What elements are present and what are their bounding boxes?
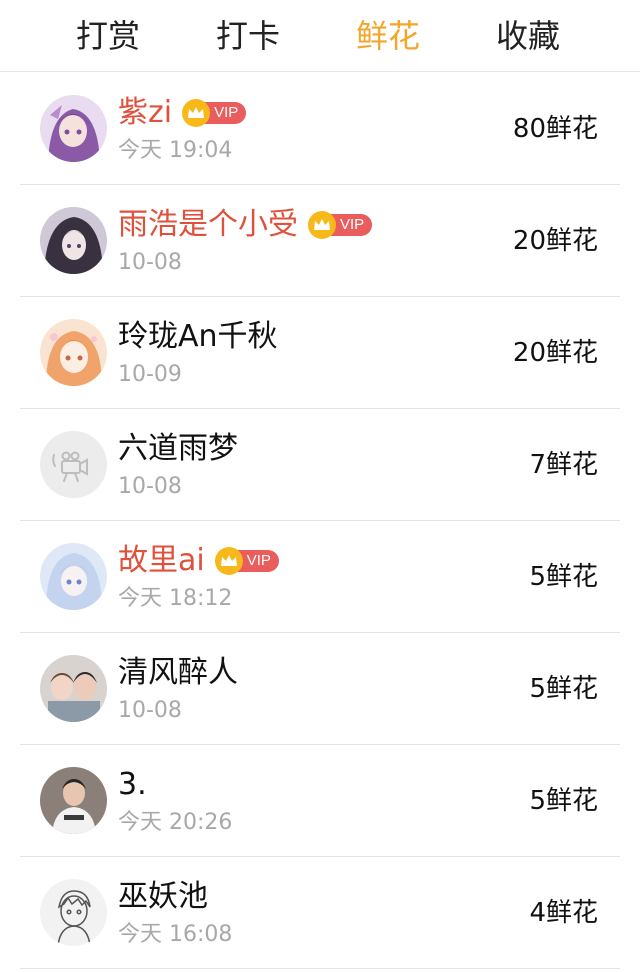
flower-count: 20鲜花	[512, 226, 598, 256]
user-name[interactable]: 巫妖池	[118, 877, 208, 917]
vip-badge: VIP	[308, 211, 373, 239]
vip-label: VIP	[204, 102, 247, 124]
time-label: 今天 16:08	[118, 922, 233, 947]
avatar-sketch-boy-icon[interactable]	[40, 879, 107, 946]
crown-icon	[182, 99, 211, 127]
time-label: 今天 18:12	[118, 586, 233, 611]
list-item[interactable]: 玲珑An千秋 10-09 20鲜花	[0, 297, 640, 409]
crown-icon	[214, 547, 243, 575]
list-item[interactable]: 清风醉人 10-08 5鲜花	[0, 633, 640, 745]
list-item[interactable]: 紫zi VIP 今天 19:04 80鲜花	[0, 73, 640, 185]
list-item[interactable]: 六道雨梦 10-08 7鲜花	[0, 409, 640, 521]
flower-count: 80鲜花	[512, 114, 598, 144]
flower-count: 4鲜花	[529, 898, 598, 928]
user-name[interactable]: 雨浩是个小受	[118, 205, 298, 245]
avatar-anime-purple-icon[interactable]	[40, 95, 107, 162]
crown-icon	[308, 211, 336, 239]
tab-checkin[interactable]: 打卡	[178, 0, 318, 72]
avatar-anime-dark-icon[interactable]	[40, 207, 107, 274]
time-label: 10-08	[118, 250, 182, 275]
time-label: 今天 19:04	[118, 138, 233, 163]
flower-count: 20鲜花	[512, 338, 598, 368]
avatar-default-camera-icon[interactable]	[40, 431, 107, 498]
list-item[interactable]: 巫妖池 今天 16:08 4鲜花	[0, 857, 640, 969]
user-name[interactable]: 玲珑An千秋	[118, 317, 278, 357]
name-line: 3.	[118, 765, 147, 805]
user-name[interactable]: 故里ai	[118, 541, 205, 581]
flower-ranking-list: 紫zi VIP 今天 19:04 80鲜花 雨浩是个小受 VIP 10-08 2…	[0, 73, 640, 969]
vip-label: VIP	[236, 550, 279, 572]
flower-count: 7鲜花	[529, 450, 598, 480]
time-label: 10-08	[118, 474, 182, 499]
user-name[interactable]: 3.	[118, 765, 147, 805]
name-line: 故里ai VIP	[118, 541, 279, 581]
avatar-photo-person-icon[interactable]	[40, 767, 107, 834]
tab-flowers[interactable]: 鲜花	[318, 0, 458, 72]
avatar-photo-couple-icon[interactable]	[40, 655, 107, 722]
name-line: 雨浩是个小受 VIP	[118, 205, 373, 245]
name-line: 玲珑An千秋	[118, 317, 278, 357]
vip-badge: VIP	[182, 99, 247, 127]
tab-tip[interactable]: 打赏	[38, 0, 178, 72]
tab-bar: 打赏 打卡 鲜花 收藏	[0, 0, 640, 72]
user-name[interactable]: 清风醉人	[118, 653, 238, 693]
user-name[interactable]: 紫zi	[118, 93, 172, 133]
flower-count: 5鲜花	[529, 562, 598, 592]
name-line: 巫妖池	[118, 877, 208, 917]
user-name[interactable]: 六道雨梦	[118, 429, 238, 469]
vip-label: VIP	[330, 214, 373, 236]
flower-count: 5鲜花	[529, 786, 598, 816]
name-line: 清风醉人	[118, 653, 238, 693]
list-item[interactable]: 雨浩是个小受 VIP 10-08 20鲜花	[0, 185, 640, 297]
list-item[interactable]: 故里ai VIP 今天 18:12 5鲜花	[0, 521, 640, 633]
name-line: 紫zi VIP	[118, 93, 247, 133]
flower-count: 5鲜花	[529, 674, 598, 704]
time-label: 今天 20:26	[118, 810, 233, 835]
avatar-anime-blue-icon[interactable]	[40, 543, 107, 610]
avatar-anime-orange-icon[interactable]	[40, 319, 107, 386]
tab-favorites[interactable]: 收藏	[458, 0, 598, 72]
time-label: 10-09	[118, 362, 182, 387]
name-line: 六道雨梦	[118, 429, 238, 469]
time-label: 10-08	[118, 698, 182, 723]
list-item[interactable]: 3. 今天 20:26 5鲜花	[0, 745, 640, 857]
vip-badge: VIP	[214, 547, 279, 575]
